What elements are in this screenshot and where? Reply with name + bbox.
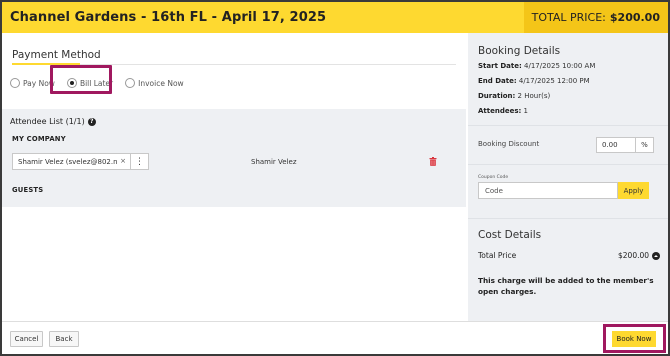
coupon-code-input[interactable]: Code: [478, 182, 618, 199]
start-date-label: Start Date:: [478, 62, 522, 70]
apply-coupon-button[interactable]: Apply: [618, 182, 649, 199]
book-now-button[interactable]: Book Now: [612, 331, 656, 347]
chevron-up-icon[interactable]: [652, 251, 661, 260]
total-price-value: $200.00: [609, 11, 660, 24]
header-bar: Channel Gardens - 16th FL - April 17, 20…: [2, 2, 668, 33]
footer-bar: Cancel Back Book Now: [2, 321, 668, 354]
attendee-list-title: Attendee List (1/1) ?: [10, 117, 96, 126]
attendee-section: Attendee List (1/1) ? MY COMPANY Shamir …: [2, 109, 466, 207]
back-button[interactable]: Back: [49, 331, 79, 347]
attendee-select-input[interactable]: Shamir Velez (svelez@802.n ×: [12, 153, 131, 170]
radio-circle[interactable]: [125, 78, 136, 88]
my-company-heading: MY COMPANY: [12, 135, 66, 143]
total-price-label: TOTAL PRICE:: [531, 11, 606, 24]
duration: Duration: 2 Hour(s): [478, 92, 550, 100]
booking-details-title: Booking Details: [478, 45, 561, 57]
duration-label: Duration:: [478, 92, 516, 100]
clear-icon[interactable]: ×: [120, 157, 126, 165]
total-price-row-value[interactable]: $200.00: [618, 251, 661, 260]
attendee-name: Shamir Velez: [251, 158, 297, 166]
radio-circle[interactable]: [10, 78, 20, 88]
total-price-box: TOTAL PRICE: $200.00: [523, 2, 668, 33]
charge-note: This charge will be added to the member'…: [478, 276, 654, 296]
sidebar-divider: [468, 218, 668, 219]
attendee-select-value: Shamir Velez (svelez@802.n: [18, 157, 118, 166]
help-icon[interactable]: ?: [87, 117, 96, 126]
end-date-label: End Date:: [478, 77, 517, 85]
booking-discount-input[interactable]: 0.00: [596, 137, 636, 153]
percent-addon: %: [636, 137, 654, 153]
start-date-value: 4/17/2025 10:00 AM: [524, 62, 596, 70]
attendee-row: Shamir Velez (svelez@802.n × ⋮: [12, 153, 149, 170]
total-price-amount: $200.00: [618, 251, 650, 260]
duration-value: 2 Hour(s): [517, 92, 551, 100]
booking-window: Channel Gardens - 16th FL - April 17, 20…: [2, 2, 668, 354]
sidebar: Booking Details Start Date: 4/17/2025 10…: [468, 33, 668, 321]
trash-icon[interactable]: [429, 157, 437, 166]
booking-discount-label: Booking Discount: [478, 140, 540, 148]
sidebar-divider: [468, 164, 668, 165]
cancel-button[interactable]: Cancel: [10, 331, 43, 347]
attendee-list-label: Attendee List (1/1): [10, 117, 85, 126]
main-panel: Payment Method Pay Now Bill Later Invoic…: [2, 33, 466, 321]
attendees-count: Attendees: 1: [478, 107, 528, 115]
radio-invoice-now[interactable]: Invoice Now: [125, 78, 184, 88]
radio-label: Invoice Now: [138, 78, 184, 88]
bill-later-highlight: [50, 65, 112, 94]
more-options-icon[interactable]: ⋮: [131, 153, 149, 170]
start-date: Start Date: 4/17/2025 10:00 AM: [478, 62, 595, 70]
attendees-count-label: Attendees:: [478, 107, 522, 115]
end-date: End Date: 4/17/2025 12:00 PM: [478, 77, 590, 85]
payment-method-title: Payment Method: [12, 49, 101, 61]
cost-details-title: Cost Details: [478, 229, 542, 241]
coupon-code-label: Coupon Code: [478, 175, 509, 180]
guests-heading: GUESTS: [12, 186, 44, 194]
radio-pay-now[interactable]: Pay Now: [10, 78, 55, 88]
end-date-value: 4/17/2025 12:00 PM: [518, 77, 590, 85]
sidebar-divider: [468, 125, 668, 126]
page-title: Channel Gardens - 16th FL - April 17, 20…: [10, 10, 327, 25]
attendees-count-value: 1: [523, 107, 529, 115]
total-price-row-label: Total Price: [478, 251, 517, 260]
